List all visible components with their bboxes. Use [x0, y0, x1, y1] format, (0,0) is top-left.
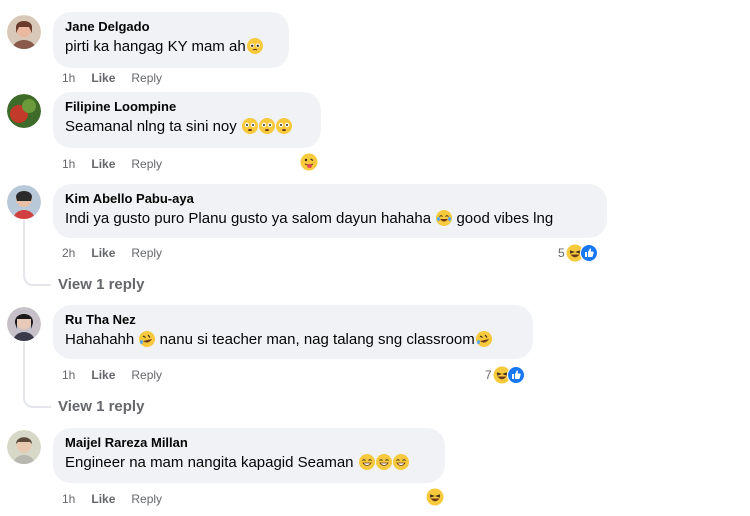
avatar[interactable]: [7, 307, 41, 341]
like-button[interactable]: Like: [91, 157, 115, 171]
timestamp[interactable]: 2h: [62, 246, 75, 260]
thread-line: [23, 220, 25, 272]
avatar[interactable]: [7, 94, 41, 128]
comment-bubble: Kim Abello Pabu-aya Indi ya gusto puro P…: [53, 184, 607, 238]
reaction-summary[interactable]: [426, 488, 444, 506]
comment-actions: 1h Like Reply: [62, 157, 162, 171]
commenter-name[interactable]: Kim Abello Pabu-aya: [65, 191, 595, 207]
comment-text: Seamanal nlng ta sini noy: [65, 117, 309, 137]
avatar[interactable]: [7, 185, 41, 219]
timestamp[interactable]: 1h: [62, 157, 75, 171]
comment-bubble: Ru Tha Nez Hahahahh nanu si teacher man,…: [53, 305, 533, 359]
avatar[interactable]: [7, 430, 41, 464]
comment-text: pirti ka hangag KY mam ah: [65, 37, 277, 57]
comment-bubble: Maijel Rareza Millan Engineer na mam nan…: [53, 428, 445, 483]
commenter-name[interactable]: Filipine Loompine: [65, 99, 309, 115]
comment-text: Hahahahh nanu si teacher man, nag talang…: [65, 330, 521, 350]
tears-of-joy-emoji-icon: [436, 210, 453, 226]
flushed-face-emoji-icon: [258, 118, 275, 134]
pleading-face-emoji-icon: [246, 38, 263, 54]
like-button[interactable]: Like: [91, 492, 115, 506]
rolling-on-floor-laughing-emoji-icon: [475, 331, 492, 347]
haha-reaction-icon: [426, 488, 444, 506]
reply-button[interactable]: Reply: [131, 246, 162, 260]
reaction-count: 5: [558, 246, 565, 260]
commenter-name[interactable]: Maijel Rareza Millan: [65, 435, 433, 451]
comment-actions: 1h Like Reply: [62, 71, 162, 85]
flushed-face-emoji-icon: [241, 118, 258, 134]
thread-connector: [23, 272, 51, 286]
comment-actions: 1h Like Reply: [62, 368, 162, 382]
rolling-on-floor-laughing-emoji-icon: [139, 331, 156, 347]
reaction-summary[interactable]: 7: [485, 366, 525, 384]
reply-button[interactable]: Reply: [131, 368, 162, 382]
commenter-name[interactable]: Ru Tha Nez: [65, 312, 521, 328]
comment-text: Indi ya gusto puro Planu gusto ya salom …: [65, 210, 554, 227]
like-button[interactable]: Like: [91, 71, 115, 85]
comment-actions: 2h Like Reply: [62, 246, 162, 260]
thread-line: [23, 342, 25, 394]
comment-text: Engineer na mam nangita kapagid Seaman: [65, 453, 433, 473]
grinning-squinting-face-emoji-icon: [358, 454, 375, 470]
timestamp[interactable]: 1h: [62, 492, 75, 506]
grinning-squinting-face-emoji-icon: [375, 454, 392, 470]
comment-bubble: Jane Delgado pirti ka hangag KY mam ah: [53, 12, 289, 68]
comment-bubble: Filipine Loompine Seamanal nlng ta sini …: [53, 92, 321, 148]
reply-button[interactable]: Reply: [131, 157, 162, 171]
reaction-summary[interactable]: 5: [558, 244, 598, 262]
reaction-count: 7: [485, 368, 492, 382]
flushed-face-emoji-icon: [275, 118, 292, 134]
commenter-name[interactable]: Jane Delgado: [65, 19, 277, 35]
tongue-face-reaction-icon: [300, 153, 318, 171]
comment-actions: 1h Like Reply: [62, 492, 162, 506]
view-replies-link[interactable]: View 1 reply: [58, 398, 144, 415]
reply-button[interactable]: Reply: [131, 492, 162, 506]
like-button[interactable]: Like: [91, 368, 115, 382]
thread-connector: [23, 394, 51, 408]
reply-button[interactable]: Reply: [131, 71, 162, 85]
timestamp[interactable]: 1h: [62, 71, 75, 85]
like-button[interactable]: Like: [91, 246, 115, 260]
avatar[interactable]: [7, 15, 41, 49]
grinning-squinting-face-emoji-icon: [392, 454, 409, 470]
like-reaction-icon: [506, 366, 525, 384]
view-replies-link[interactable]: View 1 reply: [58, 276, 144, 293]
timestamp[interactable]: 1h: [62, 368, 75, 382]
like-reaction-icon: [579, 244, 598, 262]
reaction-summary[interactable]: [300, 153, 318, 171]
